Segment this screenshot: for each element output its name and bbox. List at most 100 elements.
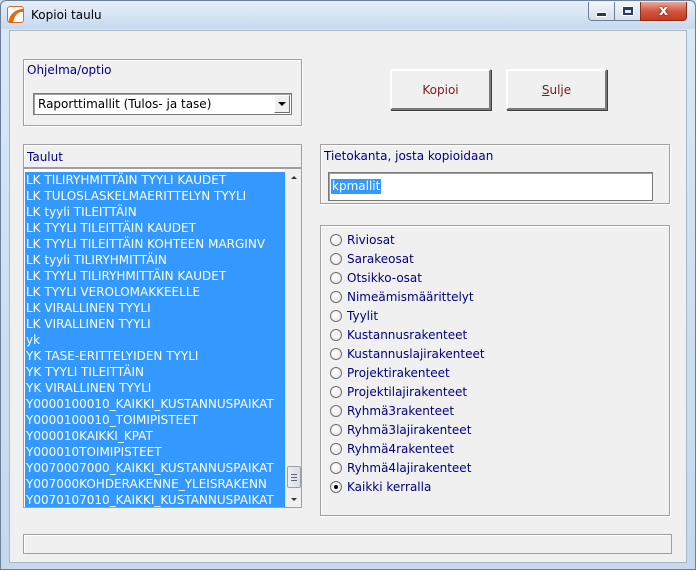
database-input-value: kpmallit: [331, 179, 382, 194]
list-item[interactable]: LK VIRALLINEN TYYLI: [25, 316, 287, 332]
tables-list-header-label: Taulut: [27, 150, 63, 164]
title-bar[interactable]: Kopioi taulu x: [1, 1, 695, 29]
grip-icon: [291, 477, 297, 478]
list-item[interactable]: Y0070007000_KAIKKI_KUSTANNUSPAIKAT: [25, 460, 287, 476]
radio-button[interactable]: [330, 366, 342, 379]
option-label: Otsikko-osat: [347, 270, 422, 285]
grip-icon: [291, 474, 297, 475]
list-item[interactable]: Y007000KOHDERAKENNE_YLEISRAKENN: [25, 476, 287, 492]
scroll-down-button[interactable]: [286, 491, 301, 507]
list-item[interactable]: Y0000100010_KAIKKI_KUSTANNUSPAIKAT: [25, 396, 287, 412]
program-select-value: Raporttimallit (Tulos- ja tase): [38, 97, 212, 111]
copy-button-label: Kopioi: [422, 82, 459, 97]
option-radio-row[interactable]: Kaikki kerralla: [330, 477, 431, 496]
close-button-label-rest: ulje: [549, 82, 572, 97]
status-bar: [23, 534, 672, 554]
list-item[interactable]: LK TYYLI TILEITTÄIN KAUDET: [25, 220, 287, 236]
tables-list[interactable]: LK TILIRYHMITTÄIN TYYLI KAUDET LK TULOSLA…: [23, 168, 302, 508]
list-item[interactable]: Y0000100010_TOIMIPISTEET: [25, 412, 287, 428]
option-radio-row[interactable]: Riviosat: [330, 230, 395, 249]
option-radio-row[interactable]: Kustannuslajirakenteet: [330, 344, 485, 363]
program-select-dropdown-button[interactable]: [274, 95, 290, 113]
option-label: Ryhmä4rakenteet: [347, 441, 455, 456]
list-item[interactable]: LK TYYLI TILIRYHMITTÄIN KAUDET: [25, 268, 287, 284]
option-label: Ryhmä3lajirakenteet: [347, 422, 472, 437]
radio-button[interactable]: [330, 442, 342, 455]
radio-button[interactable]: [330, 290, 342, 303]
radio-button[interactable]: [330, 252, 342, 265]
option-radio-row[interactable]: Tyylit: [330, 306, 378, 325]
option-radio-row[interactable]: Nimeämismäärittelyt: [330, 287, 474, 306]
chevron-down-icon: [278, 102, 286, 106]
list-item[interactable]: LK tyyli TILIRYHMITTÄIN: [25, 252, 287, 268]
list-item[interactable]: LK TILIRYHMITTÄIN TYYLI KAUDET: [25, 172, 287, 188]
list-item[interactable]: YK TASE-ERITTELYIDEN TYYLI: [25, 348, 287, 364]
list-item[interactable]: LK TYYLI TILEITTÄIN KOHTEEN MARGINV: [25, 236, 287, 252]
list-item[interactable]: YK TYYLI TILEITTÄIN: [25, 364, 287, 380]
option-radio-row[interactable]: Projektilajirakenteet: [330, 382, 467, 401]
list-item[interactable]: LK TYYLI VEROLOMAKKEELLE: [25, 284, 287, 300]
option-label: Projektilajirakenteet: [347, 384, 468, 399]
radio-button[interactable]: [330, 423, 342, 436]
option-label: Kustannuslajirakenteet: [347, 346, 485, 361]
program-select[interactable]: Raporttimallit (Tulos- ja tase): [33, 93, 292, 115]
option-radio-row[interactable]: Sarakeosat: [330, 249, 414, 268]
radio-button[interactable]: [330, 233, 342, 246]
copy-button[interactable]: Kopioi: [390, 69, 491, 110]
radio-button[interactable]: [330, 404, 342, 417]
radio-button[interactable]: [330, 385, 342, 398]
close-window-button[interactable]: x: [640, 2, 687, 21]
option-radio-row[interactable]: Kustannusrakenteet: [330, 325, 467, 344]
radio-button[interactable]: [330, 347, 342, 360]
option-radio-row[interactable]: Projektirakenteet: [330, 363, 450, 382]
maximize-button[interactable]: [614, 2, 641, 21]
option-label: Riviosat: [347, 232, 395, 247]
radio-button[interactable]: [330, 271, 342, 284]
close-button-label: Sulje: [542, 83, 571, 97]
option-label: Kaikki kerralla: [347, 479, 432, 494]
tables-list-scrollbar[interactable]: [285, 169, 301, 507]
scroll-up-icon: [291, 175, 297, 179]
tables-list-header: Taulut: [23, 144, 302, 168]
scroll-down-icon: [291, 497, 297, 501]
option-label: Ryhmä4lajirakenteet: [347, 460, 472, 475]
radio-button[interactable]: [330, 309, 342, 322]
window-title: Kopioi taulu: [31, 8, 102, 22]
option-radio-row[interactable]: Ryhmä3rakenteet: [330, 401, 454, 420]
program-group-label: Ohjelma/optio: [27, 63, 112, 77]
option-label: Tyylit: [347, 308, 379, 323]
close-icon: x: [658, 3, 669, 19]
database-group-label: Tietokanta, josta kopioidaan: [324, 149, 494, 163]
scroll-up-button[interactable]: [286, 169, 301, 185]
list-item[interactable]: YK VIRALLINEN TYYLI: [25, 380, 287, 396]
list-item[interactable]: LK tyyli TILEITTÄIN: [25, 204, 287, 220]
list-item[interactable]: Y0070107010_KAIKKI_KUSTANNUSPAIKAT: [25, 492, 287, 507]
radio-button[interactable]: [330, 480, 342, 493]
program-group: Ohjelma/optio Raporttimallit (Tulos- ja …: [23, 59, 302, 126]
tables-list-items: LK TILIRYHMITTÄIN TYYLI KAUDET LK TULOSLA…: [25, 172, 287, 507]
radio-button[interactable]: [330, 328, 342, 341]
list-item[interactable]: Y000010TOIMIPISTEET: [25, 444, 287, 460]
option-radio-row[interactable]: Ryhmä4lajirakenteet: [330, 458, 471, 477]
list-item[interactable]: LK VIRALLINEN TYYLI: [25, 300, 287, 316]
option-radio-row[interactable]: Ryhmä4rakenteet: [330, 439, 454, 458]
close-button[interactable]: Sulje: [506, 69, 607, 110]
option-label: Nimeämismäärittelyt: [347, 289, 474, 304]
database-group: Tietokanta, josta kopioidaan kpmallit: [320, 144, 670, 204]
option-radio-row[interactable]: Otsikko-osat: [330, 268, 422, 287]
option-label: Kustannusrakenteet: [347, 327, 468, 342]
copy-options-group: Riviosat Sarakeosat Otsikko-osat Nimeämismä…: [320, 225, 670, 516]
grip-icon: [291, 480, 297, 481]
minimize-button[interactable]: [588, 2, 615, 21]
option-label: Ryhmä3rakenteet: [347, 403, 455, 418]
minimize-icon: [597, 13, 606, 16]
database-input[interactable]: kpmallit: [328, 172, 653, 201]
option-radio-row[interactable]: Ryhmä3lajirakenteet: [330, 420, 471, 439]
list-item[interactable]: Y000010KAIKKI_KPAT: [25, 428, 287, 444]
dialog-body: Ohjelma/optio Raporttimallit (Tulos- ja …: [9, 30, 687, 563]
scroll-thumb[interactable]: [287, 466, 301, 488]
radio-button[interactable]: [330, 461, 342, 474]
list-item[interactable]: LK TULOSLASKELMAERITTELYN TYYLI: [25, 188, 287, 204]
list-item[interactable]: yk: [25, 332, 287, 348]
app-window: Kopioi taulu x Ohjelma/optio Raporttimal…: [0, 0, 696, 570]
